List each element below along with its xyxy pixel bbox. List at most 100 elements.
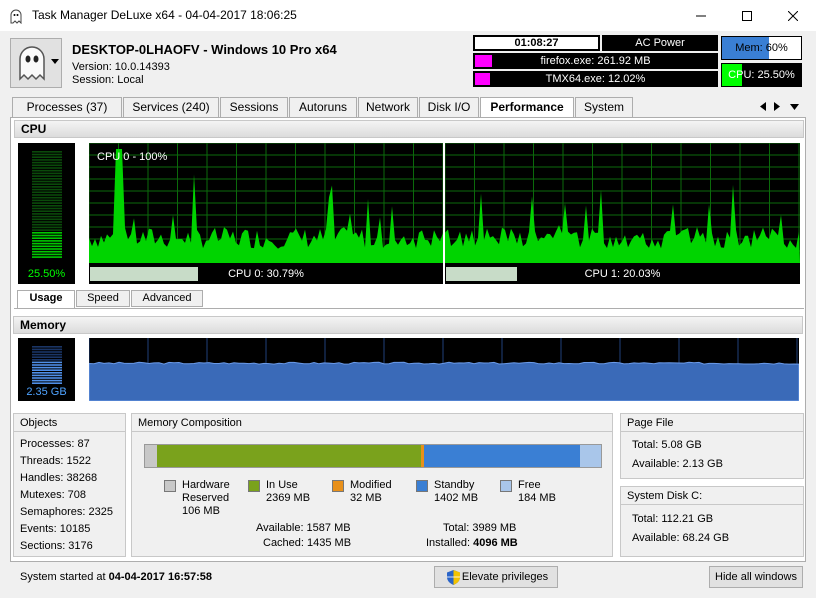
memory-used-label: 2.35 GB bbox=[26, 386, 67, 398]
meter-segment bbox=[32, 364, 62, 366]
legend-hardware-reserved-swatch bbox=[164, 480, 176, 492]
composition-segment-hardware-reserved bbox=[145, 445, 157, 467]
meter-segment bbox=[32, 240, 62, 242]
title-bar: Task Manager DeLuxe x64 - 04-04-2017 18:… bbox=[0, 0, 816, 31]
legend-free: Free 184 MB bbox=[518, 479, 556, 504]
meter-segment bbox=[32, 178, 62, 180]
meter-segment bbox=[32, 369, 62, 371]
legend-modified: Modified 32 MB bbox=[350, 479, 392, 504]
meter-segment bbox=[32, 229, 62, 231]
meter-segment bbox=[32, 245, 62, 248]
legend-free-swatch bbox=[500, 480, 512, 492]
tab-disk-io[interactable]: Disk I/O bbox=[419, 97, 479, 117]
meter-segment bbox=[32, 164, 62, 167]
tab-processes[interactable]: Processes (37) bbox=[12, 97, 122, 117]
meter-segment bbox=[32, 253, 62, 256]
meter-segment bbox=[32, 356, 62, 358]
cpu-section-header: CPU bbox=[14, 120, 804, 138]
meter-segment bbox=[32, 159, 62, 161]
meter-segment bbox=[32, 348, 62, 351]
uptime-display: 01:08:27 bbox=[473, 35, 600, 51]
tab-performance[interactable]: Performance bbox=[480, 97, 574, 118]
meter-segment bbox=[32, 248, 62, 250]
page-file-available: Available: 2.13 GB bbox=[632, 458, 723, 470]
scroll-tabs-left-icon[interactable] bbox=[760, 102, 766, 111]
elevate-privileges-button[interactable]: Elevate privileges bbox=[434, 566, 558, 588]
meter-segment bbox=[32, 379, 62, 382]
composition-segment-free bbox=[580, 445, 601, 467]
cpu-total-meter: 25.50% bbox=[18, 143, 75, 284]
tab-system[interactable]: System bbox=[575, 97, 633, 117]
meter-segment bbox=[32, 353, 62, 356]
memory-composition-bar bbox=[144, 444, 602, 468]
close-icon bbox=[788, 10, 798, 21]
meter-segment bbox=[32, 215, 62, 218]
cpu1-graph: CPU 1: 20.03% bbox=[444, 142, 800, 284]
meter-segment bbox=[32, 180, 62, 183]
meter-segment bbox=[32, 242, 62, 245]
scroll-tabs-right-icon[interactable] bbox=[774, 102, 780, 111]
top-cpu-process[interactable]: TMX64.exe: 12.02% bbox=[473, 71, 718, 87]
meter-segment bbox=[32, 234, 62, 237]
memory-meter[interactable]: Mem: 60% bbox=[721, 36, 802, 60]
memory-installed: Installed: 4096 MB bbox=[426, 537, 518, 549]
hide-all-windows-button[interactable]: Hide all windows bbox=[709, 566, 803, 588]
subtab-advanced[interactable]: Advanced bbox=[131, 290, 203, 307]
objects-handles: Handles: 38268 bbox=[20, 472, 98, 484]
cpu-meter[interactable]: CPU: 25.50% bbox=[721, 63, 802, 87]
meter-segment bbox=[32, 213, 62, 215]
system-disk-title: System Disk C: bbox=[621, 487, 803, 505]
legend-standby-swatch bbox=[416, 480, 428, 492]
meter-segment bbox=[32, 377, 62, 379]
meter-segment bbox=[32, 196, 62, 199]
meter-segment bbox=[32, 191, 62, 194]
cpu-total-bars bbox=[32, 151, 62, 258]
subtab-usage[interactable]: Usage bbox=[17, 290, 75, 308]
system-disk-available: Available: 68.24 GB bbox=[632, 532, 730, 544]
meter-segment bbox=[32, 218, 62, 221]
memory-meter-label: Mem: 60% bbox=[735, 42, 788, 54]
session-type: Session: Local bbox=[72, 74, 144, 86]
tab-sessions[interactable]: Sessions bbox=[220, 97, 288, 117]
cpu0-graph: CPU 0 - 100% CPU 0: 30.79% bbox=[88, 142, 444, 284]
objects-semaphores: Semaphores: 2325 bbox=[20, 506, 113, 518]
legend-in-use: In Use 2369 MB bbox=[266, 479, 311, 504]
top-memory-process[interactable]: firefox.exe: 261.92 MB bbox=[473, 53, 718, 69]
meter-segment bbox=[32, 188, 62, 191]
system-started: System started at 04-04-2017 16:57:58 bbox=[20, 571, 213, 583]
meter-segment bbox=[32, 372, 62, 374]
memory-usage-area bbox=[88, 361, 800, 402]
meter-segment bbox=[32, 199, 62, 202]
tab-services[interactable]: Services (240) bbox=[123, 97, 219, 117]
meter-segment bbox=[32, 361, 62, 364]
tabs-menu-icon[interactable] bbox=[790, 104, 799, 110]
meter-segment bbox=[32, 153, 62, 156]
tab-autoruns[interactable]: Autoruns bbox=[289, 97, 357, 117]
meter-segment bbox=[32, 250, 62, 253]
uac-shield-icon bbox=[447, 570, 460, 585]
meter-segment bbox=[32, 169, 62, 172]
subtab-divider bbox=[14, 308, 804, 309]
process-usage-bar bbox=[475, 55, 492, 67]
page-file-group: Page File Total: 5.08 GB Available: 2.13… bbox=[620, 413, 804, 479]
meter-segment bbox=[32, 210, 62, 212]
meter-segment bbox=[32, 161, 62, 164]
meter-segment bbox=[32, 207, 62, 210]
objects-group: Objects Processes: 87 Threads: 1522 Hand… bbox=[13, 413, 126, 557]
tab-network[interactable]: Network bbox=[358, 97, 418, 117]
subtab-speed[interactable]: Speed bbox=[76, 290, 130, 307]
host-title: DESKTOP-0LHAOFV - Windows 10 Pro x64 bbox=[72, 42, 337, 57]
memory-history-chart bbox=[88, 338, 800, 402]
meter-segment bbox=[32, 172, 62, 175]
ghost-icon bbox=[19, 46, 45, 81]
close-button[interactable] bbox=[770, 0, 816, 31]
maximize-button[interactable] bbox=[724, 0, 770, 31]
page-file-total: Total: 5.08 GB bbox=[632, 439, 702, 451]
system-disk-total: Total: 112.21 GB bbox=[632, 513, 714, 525]
meter-segment bbox=[32, 237, 62, 239]
top-cpu-process-label: TMX64.exe: 12.02% bbox=[545, 73, 646, 85]
app-menu-button[interactable] bbox=[10, 38, 62, 88]
minimize-button[interactable] bbox=[678, 0, 724, 31]
memory-available: Available: 1587 MB bbox=[256, 522, 351, 534]
top-memory-process-label: firefox.exe: 261.92 MB bbox=[540, 55, 651, 67]
